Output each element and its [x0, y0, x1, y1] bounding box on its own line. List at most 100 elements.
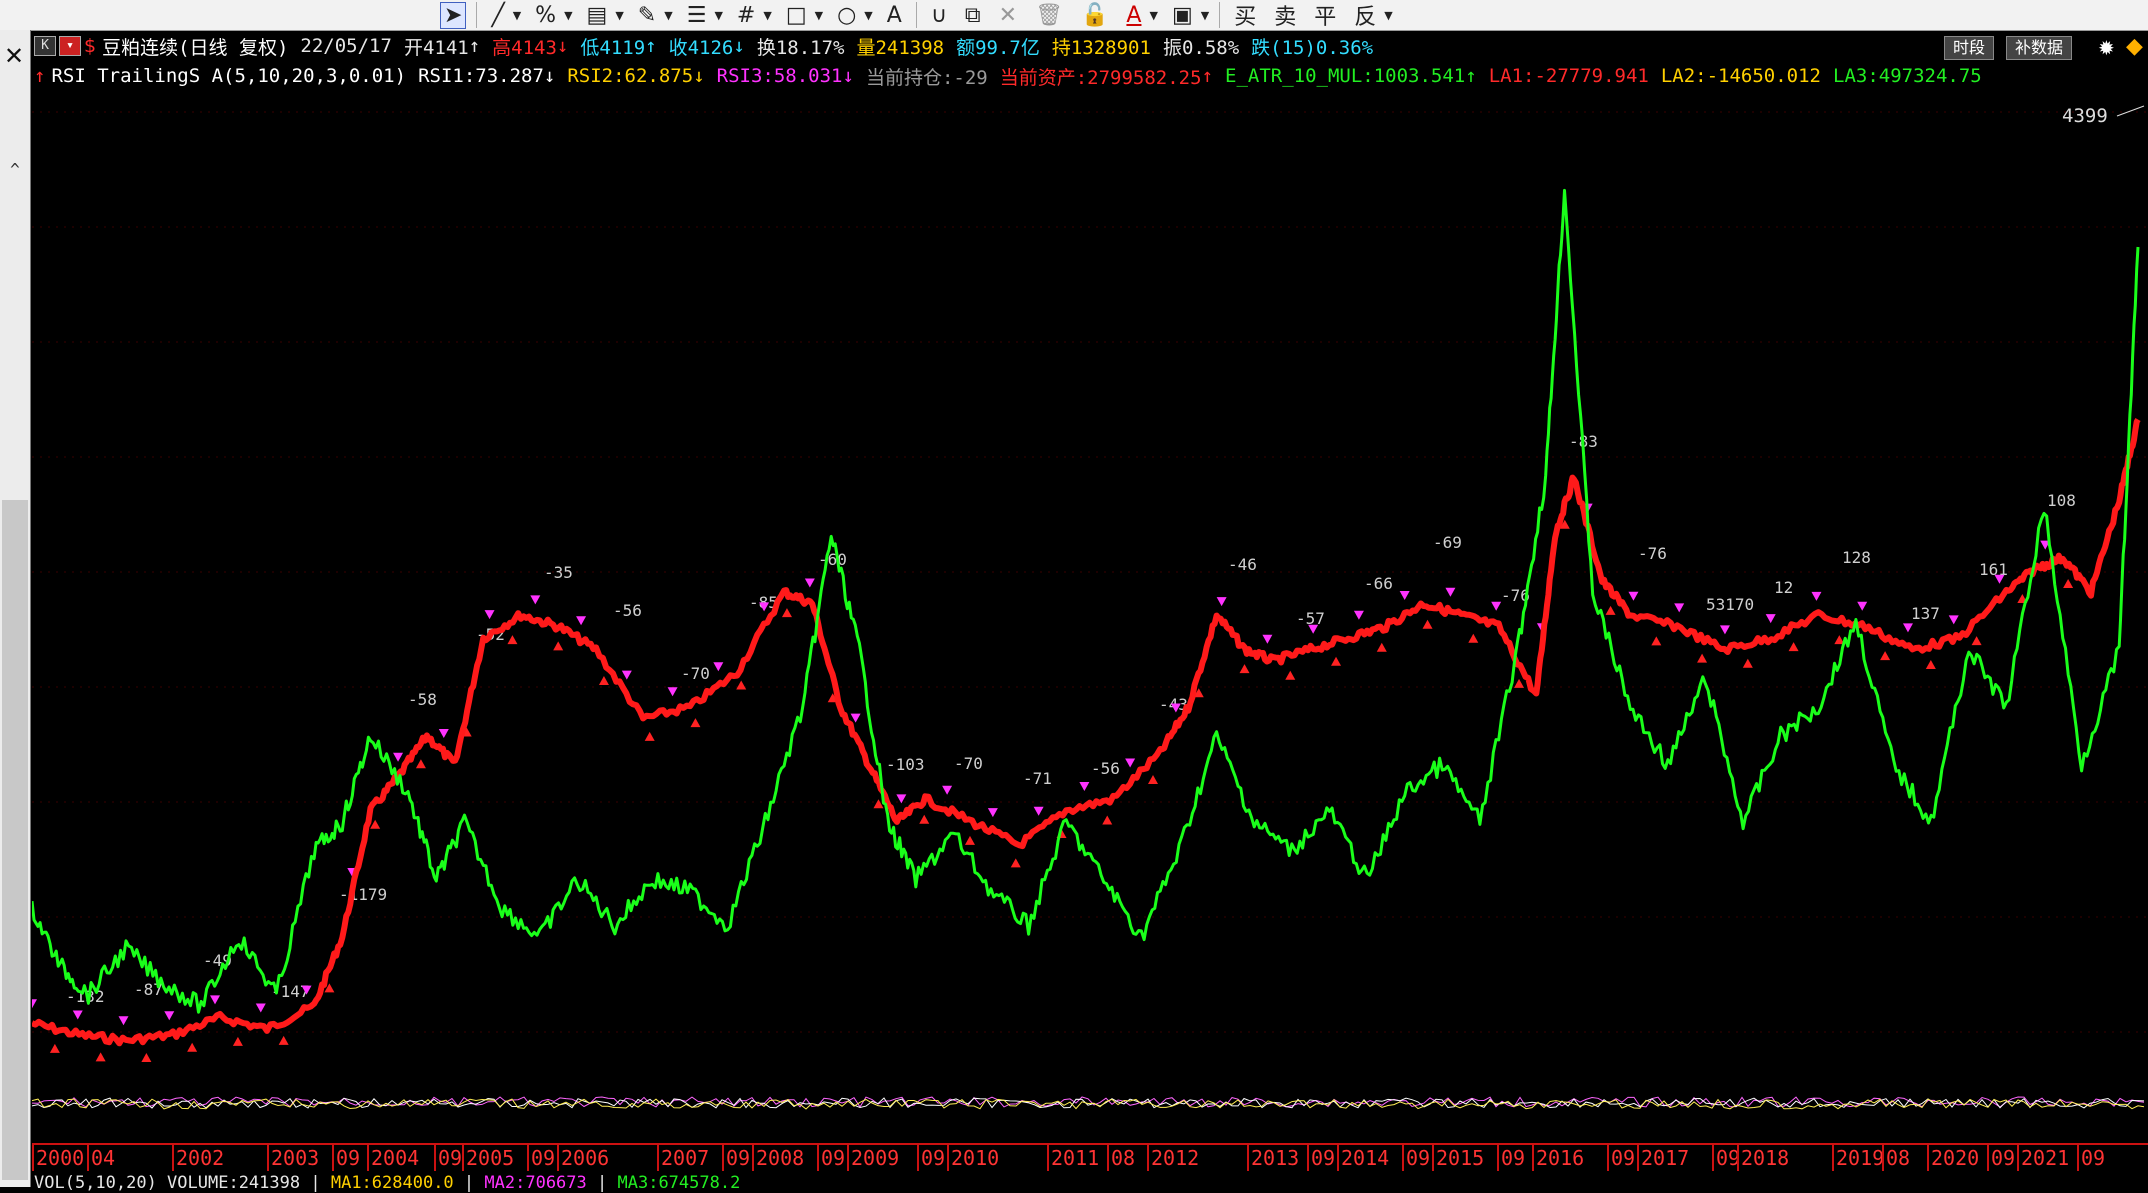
- close-position-button[interactable]: 平: [1310, 0, 1340, 31]
- text-icon[interactable]: A: [883, 3, 906, 28]
- axis-tick: [1832, 1145, 1834, 1171]
- arrow-down-icon: ↓: [543, 65, 556, 87]
- indicator-name: RSI TrailingS A(5,10,20,3,0.01): [51, 65, 407, 87]
- scrollbar-thumb[interactable]: [2, 500, 28, 1180]
- axis-tick: [1712, 1145, 1714, 1171]
- buy-marker: [1925, 659, 1936, 669]
- buy-marker: [1376, 642, 1387, 652]
- circle-icon[interactable]: ○: [833, 3, 860, 28]
- buy-marker: [415, 759, 426, 769]
- supplement-data-button[interactable]: 补数据: [2006, 36, 2073, 60]
- chevron-down-icon[interactable]: ▼: [564, 9, 572, 22]
- grid-icon[interactable]: #: [733, 3, 759, 28]
- high-price: 高4143: [492, 36, 557, 59]
- chevron-down-icon[interactable]: ▼: [714, 9, 722, 22]
- ruler-icon[interactable]: ▤: [583, 3, 612, 28]
- axis-tick: [557, 1145, 559, 1171]
- axis-tick: [817, 1145, 819, 1171]
- chevron-down-icon[interactable]: ▼: [664, 9, 672, 22]
- vol-ma1: MA1:628400.0: [330, 1173, 454, 1193]
- divider: [1219, 2, 1221, 28]
- dropdown-icon[interactable]: ▾: [59, 36, 81, 56]
- text-align-icon[interactable]: ☰: [683, 3, 711, 28]
- buy-marker: [1742, 658, 1753, 668]
- axis-label: 09: [1406, 1146, 1431, 1170]
- axis-label: 2020: [1931, 1146, 1980, 1170]
- chevron-down-icon[interactable]: ▼: [763, 9, 771, 22]
- close-icon[interactable]: ✕: [4, 42, 24, 70]
- axis-tick: [1607, 1145, 1609, 1171]
- k-button[interactable]: K: [34, 36, 56, 56]
- percent-icon[interactable]: %: [531, 3, 560, 28]
- volume-header: VOL(5,10,20) VOLUME:241398 | MA1:628400.…: [34, 1173, 741, 1193]
- arrow-up-icon: ↑: [34, 65, 46, 87]
- axis-label: 2005: [466, 1146, 515, 1170]
- cursor-icon[interactable]: ➤: [440, 1, 467, 29]
- signal-label: -46: [1228, 555, 1257, 574]
- sell-marker: [393, 752, 404, 762]
- buy-marker: [232, 1036, 243, 1046]
- copy-icon[interactable]: ⧉: [961, 3, 985, 28]
- trash-icon[interactable]: 🗑: [1031, 3, 1067, 28]
- line-icon[interactable]: ╱: [487, 3, 508, 28]
- arrow-up-icon: ↑: [1465, 65, 1477, 87]
- axis-label: 2009: [851, 1146, 900, 1170]
- buy-marker: [1651, 636, 1662, 646]
- chevron-down-icon[interactable]: ▼: [864, 9, 872, 22]
- signal-label: 108: [2047, 491, 2076, 510]
- settings-icon[interactable]: ✹: [2098, 36, 2115, 60]
- buy-marker: [187, 1042, 198, 1052]
- chevron-down-icon[interactable]: ▼: [815, 9, 823, 22]
- chevron-down-icon[interactable]: ▼: [513, 9, 521, 22]
- sell-marker: [804, 578, 815, 588]
- buy-marker: [278, 1035, 289, 1045]
- buy-marker: [141, 1053, 152, 1063]
- axis-tick: [1147, 1145, 1149, 1171]
- signal-label: 12: [1774, 578, 1793, 597]
- buy-button[interactable]: 买: [1230, 0, 1260, 31]
- volume: 量241398: [856, 36, 945, 59]
- chevron-down-icon[interactable]: ▼: [615, 9, 623, 22]
- axis-label: 09: [726, 1146, 751, 1170]
- current-position: 当前持仓:-29: [865, 66, 988, 89]
- font-color-icon[interactable]: A: [1122, 3, 1145, 28]
- sell-marker: [1902, 623, 1913, 633]
- axis-label: 2021: [2021, 1146, 2070, 1170]
- left-panel: ✕ ^: [0, 30, 31, 1187]
- alert-icon[interactable]: ◆: [2126, 34, 2143, 59]
- axis-tick: [2017, 1145, 2019, 1171]
- sell-marker: [1353, 610, 1364, 620]
- magnet-icon[interactable]: ∪: [927, 3, 951, 28]
- save-icon[interactable]: ▣: [1168, 3, 1197, 28]
- axis-label: 09: [531, 1146, 556, 1170]
- lock-icon[interactable]: 🔓: [1077, 3, 1112, 28]
- axis-label: 2017: [1641, 1146, 1690, 1170]
- axis-tick: [947, 1145, 949, 1171]
- sell-button[interactable]: 卖: [1270, 0, 1300, 31]
- price-chart[interactable]: -132-87-49-147-1179-58-52-35-56-70-85-60…: [32, 92, 2148, 1142]
- axis-label: 2008: [756, 1146, 805, 1170]
- period-button[interactable]: 时段: [1944, 36, 1995, 60]
- chevron-down-icon[interactable]: ▼: [1384, 9, 1392, 22]
- close-icon[interactable]: ✕: [995, 3, 1021, 28]
- price-pointer: [2116, 105, 2145, 117]
- pen-icon[interactable]: ✎: [634, 3, 660, 28]
- rsi1-value: RSI1:73.287: [418, 65, 544, 87]
- reverse-button[interactable]: 反: [1350, 0, 1380, 31]
- vol-name: VOL(5,10,20) VOLUME:241398: [34, 1173, 301, 1193]
- arrow-down-icon: ↓: [842, 65, 854, 87]
- drawing-tools: ➤ ╱ ▼ % ▼ ▤ ▼ ✎ ▼ ☰ ▼ # ▼ □ ▼ ○ ▼ A ∪ ⧉ ✕ 🗑 🔓 A ▼…: [440, 0, 1393, 30]
- signal-label: -1179: [339, 885, 387, 904]
- axis-tick: [332, 1145, 334, 1171]
- buy-marker: [553, 641, 564, 651]
- vol-ma2: MA2:706673: [484, 1173, 587, 1193]
- signal-label: -66: [1364, 574, 1393, 593]
- sell-marker: [713, 662, 724, 672]
- rect-icon[interactable]: □: [782, 3, 811, 28]
- axis-label: 09: [438, 1146, 463, 1170]
- chevron-down-icon[interactable]: ▼: [1201, 9, 1209, 22]
- chevron-down-icon[interactable]: ▼: [1149, 9, 1157, 22]
- scroll-up-icon[interactable]: ^: [6, 160, 24, 190]
- sell-marker: [1033, 806, 1044, 816]
- axis-label: 2000: [36, 1146, 85, 1170]
